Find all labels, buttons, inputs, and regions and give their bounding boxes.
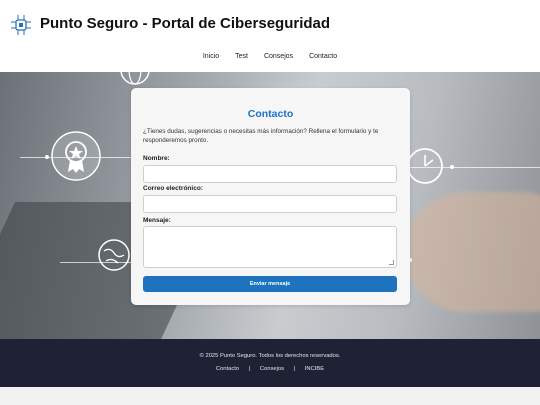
message-field[interactable]: [143, 226, 397, 268]
footer-links: Contacto | Consejos | INCIBE: [0, 366, 540, 372]
main-nav: Inicio Test Consejos Contacto: [0, 53, 540, 60]
award-badge-icon: [51, 131, 101, 181]
site-title: Punto Seguro - Portal de Ciberseguridad: [40, 15, 331, 32]
resize-handle-icon[interactable]: [389, 260, 394, 265]
footer-separator: |: [248, 366, 251, 372]
name-field[interactable]: [143, 165, 397, 183]
circuit-chip-icon[interactable]: [10, 14, 32, 36]
network-dot: [45, 155, 49, 159]
form-title: Contacto: [247, 108, 294, 120]
email-field[interactable]: [143, 195, 397, 213]
email-label: Correo electrónico:: [143, 185, 203, 192]
name-label: Nombre:: [143, 155, 170, 162]
footer-link-contacto[interactable]: Contacto: [216, 366, 239, 372]
form-intro: ¿Tienes dudas, sugerencias o necesitas m…: [143, 128, 379, 144]
hand-image: [405, 192, 540, 312]
nav-item-inicio[interactable]: Inicio: [203, 53, 219, 60]
site-footer: © 2025 Punto Seguro. Todos los derechos …: [0, 339, 540, 387]
site-header: Punto Seguro - Portal de Ciberseguridad …: [0, 0, 540, 72]
footer-separator: |: [293, 366, 296, 372]
nav-item-test[interactable]: Test: [235, 53, 248, 60]
clock-icon: [407, 148, 443, 184]
contact-form-card: Contacto ¿Tienes dudas, sugerencias o ne…: [131, 88, 410, 305]
nav-item-consejos[interactable]: Consejos: [264, 53, 293, 60]
globe-icon: [98, 239, 130, 271]
footer-link-incibe[interactable]: INCIBE: [305, 366, 324, 372]
copyright-text: © 2025 Punto Seguro. Todos los derechos …: [199, 353, 341, 359]
nav-item-contacto[interactable]: Contacto: [309, 53, 337, 60]
network-dot: [450, 165, 454, 169]
send-message-button[interactable]: Enviar mensaje: [143, 276, 397, 292]
message-label: Mensaje:: [143, 217, 171, 224]
page-bottom: [0, 387, 540, 405]
footer-link-consejos[interactable]: Consejos: [260, 366, 284, 372]
